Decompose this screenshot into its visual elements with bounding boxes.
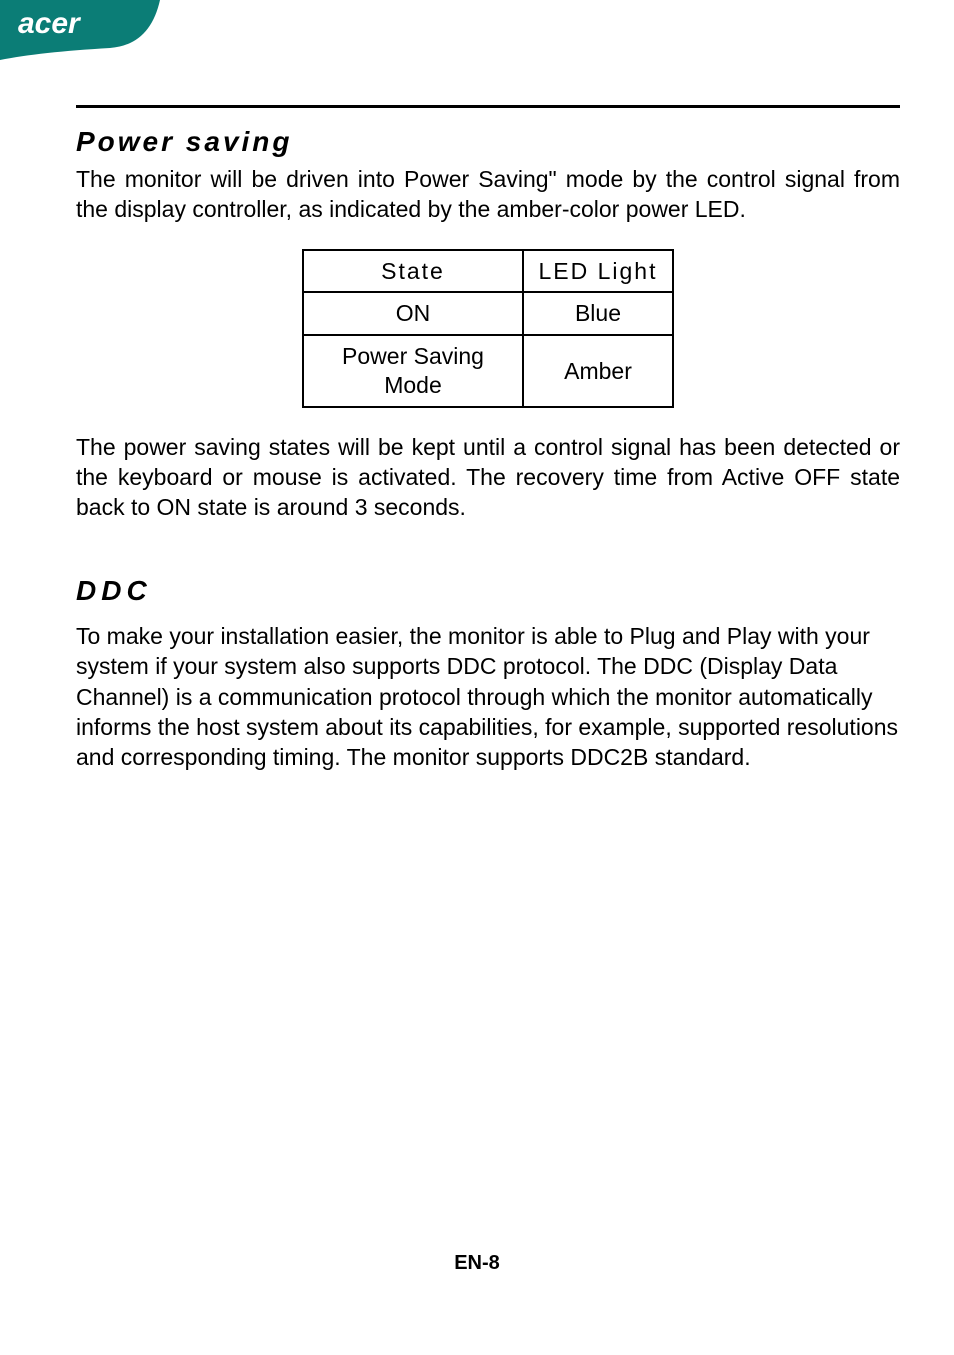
- td-led-blue: Blue: [523, 292, 673, 335]
- table-row: State LED Light: [303, 250, 673, 293]
- power-saving-outro: The power saving states will be kept unt…: [76, 432, 900, 523]
- table-row: Power Saving Mode Amber: [303, 335, 673, 407]
- th-led: LED Light: [523, 250, 673, 293]
- led-state-table: State LED Light ON Blue Power Saving Mod…: [302, 249, 674, 408]
- section-ddc: DDC To make your installation easier, th…: [76, 575, 900, 773]
- brand-text: acer: [18, 7, 82, 40]
- page-number: EN-8: [0, 1252, 954, 1275]
- power-saving-intro: The monitor will be driven into Power Sa…: [76, 164, 900, 225]
- heading-ddc: DDC: [76, 575, 900, 607]
- td-state-on: ON: [303, 292, 523, 335]
- brand-logo: acer: [0, 0, 160, 65]
- td-led-amber: Amber: [523, 335, 673, 407]
- th-state: State: [303, 250, 523, 293]
- page-content: Power saving The monitor will be driven …: [76, 105, 900, 773]
- ddc-body: To make your installation easier, the mo…: [76, 621, 900, 773]
- td-state-psm: Power Saving Mode: [303, 335, 523, 407]
- table-row: ON Blue: [303, 292, 673, 335]
- heading-power-saving: Power saving: [76, 126, 900, 158]
- top-rule: [76, 105, 900, 108]
- section-power-saving: Power saving The monitor will be driven …: [76, 126, 900, 523]
